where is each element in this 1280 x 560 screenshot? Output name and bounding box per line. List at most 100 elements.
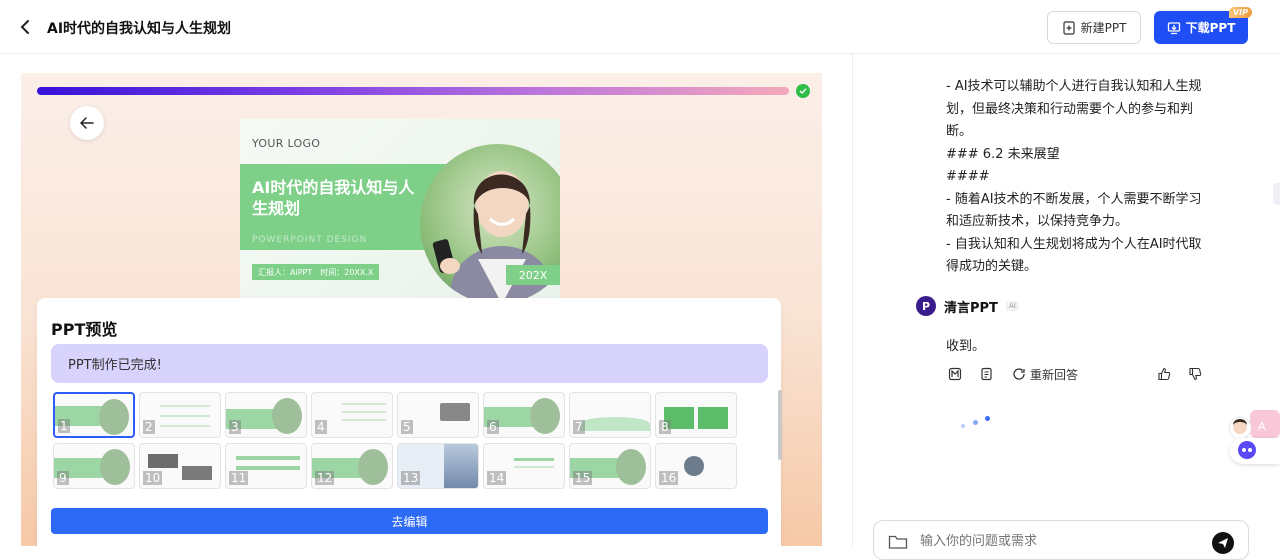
thumb-line	[236, 466, 300, 470]
refresh-icon	[1013, 368, 1025, 380]
slide-thumbnail[interactable]: 7	[569, 392, 651, 438]
folder-icon[interactable]	[888, 534, 908, 550]
ai-tag: AI	[1005, 301, 1019, 311]
regenerate-label: 重新回答	[1030, 367, 1079, 382]
markdown-icon	[948, 367, 962, 381]
bot-reply: 收到。	[946, 339, 986, 354]
thumbnail-scrollbar[interactable]	[778, 390, 782, 460]
bot-name: 清言PPT	[944, 300, 998, 316]
download-ppt-button[interactable]: 下载PPT VIP	[1154, 7, 1252, 44]
slide-year: 202X	[506, 265, 560, 285]
progress-bar	[37, 87, 789, 95]
loading-dot	[973, 420, 978, 425]
slide-number: 12	[315, 471, 335, 485]
assistant-float-widget[interactable]: A	[1228, 410, 1280, 440]
slide-thumbnail[interactable]: 6	[483, 392, 565, 438]
status-text: PPT制作已完成!	[68, 358, 162, 373]
robot-float-widget[interactable]	[1230, 438, 1280, 464]
bot-header: P 清言PPT AI	[916, 296, 1019, 316]
thumb-line	[514, 458, 554, 461]
slide-number: 14	[487, 471, 507, 485]
avatar-icon: A	[1228, 410, 1280, 440]
thumb-block	[698, 407, 728, 429]
slide-meta: 汇报人：AiPPT 时间：20XX.X	[252, 264, 380, 280]
thumb-laptop	[440, 403, 470, 421]
chat-input-box[interactable]	[873, 520, 1249, 560]
thumb-line	[160, 415, 210, 417]
new-ppt-label: 新建PPT	[1080, 21, 1127, 35]
chat-input[interactable]	[920, 534, 1200, 549]
slide-logo: YOUR LOGO	[252, 137, 321, 150]
slide-number: 11	[229, 471, 249, 485]
slide-thumbnail[interactable]: 12	[311, 443, 393, 489]
slide-thumbnail[interactable]: 15	[569, 443, 651, 489]
slide-number: 6	[487, 420, 499, 434]
slide-thumbnail[interactable]: 10	[139, 443, 221, 489]
message-actions: 重新回答	[946, 364, 1208, 384]
slide-thumbnail[interactable]: 5	[397, 392, 479, 438]
thumb-photo	[358, 449, 388, 485]
thumb-photo	[530, 398, 560, 434]
new-ppt-button[interactable]: 新建PPT	[1047, 11, 1141, 44]
slide-thumbnail[interactable]: 11	[225, 443, 307, 489]
slide-thumbnail[interactable]: 13	[397, 443, 479, 489]
thumb-line	[342, 419, 386, 421]
thumb-line	[342, 403, 386, 405]
chat-panel: - AI技术可以辅助个人进行自我认知和人生规划，但最终决策和行动需要个人的参与和…	[852, 54, 1280, 560]
top-bar: AI时代的自我认知与人生规划 新建PPT 下载PPT VIP	[0, 0, 1280, 54]
thumb-photo	[99, 399, 129, 435]
slide-thumbnail[interactable]: 8	[655, 392, 737, 438]
slide-thumbnail[interactable]: 2	[139, 392, 221, 438]
slide-thumbnail[interactable]: 4	[311, 392, 393, 438]
slide-number: 13	[401, 471, 421, 485]
thumbs-down-icon	[1189, 367, 1202, 381]
dislike-button[interactable]	[1188, 364, 1202, 384]
go-edit-button[interactable]: 去编辑	[51, 508, 768, 534]
regenerate-button[interactable]: 重新回答	[1012, 364, 1078, 384]
vip-badge: VIP	[1228, 7, 1252, 18]
markdown-button[interactable]	[948, 364, 962, 384]
thumb-photo	[616, 449, 646, 485]
thumb-photo	[100, 449, 130, 485]
slide-thumbnail[interactable]: 3	[225, 392, 307, 438]
generation-panel: YOUR LOGO AI时代的自我认知与人生规划 POWERPOINT DESI…	[21, 73, 822, 546]
download-ppt-label: 下载PPT	[1185, 21, 1236, 35]
like-button[interactable]	[1157, 364, 1171, 384]
slide-number: 1	[58, 419, 70, 433]
slide-thumbnail[interactable]: 14	[483, 443, 565, 489]
slide-number: 8	[659, 420, 671, 434]
slide-time: 时间：20XX.X	[320, 267, 374, 277]
slide-thumbnail[interactable]: 1	[53, 392, 135, 438]
loading-dot	[985, 416, 990, 421]
thumbs-up-icon	[1158, 367, 1171, 381]
chat-line: - 自我认知和人生规划将成为个人在AI时代取得成功的关键。	[946, 236, 1202, 275]
ppt-preview-card: PPT预览 PPT制作已完成! 1 2 3 4 5 6 7 8 9 10 11 …	[37, 298, 782, 546]
slide-number: 3	[229, 420, 241, 434]
send-icon	[1218, 538, 1228, 548]
slide-number: 4	[315, 420, 327, 434]
slide-reporter: 汇报人：AiPPT	[258, 267, 313, 277]
new-file-icon	[1062, 20, 1075, 35]
slide-title: AI时代的自我认知与人生规划	[252, 178, 415, 218]
send-button[interactable]	[1212, 532, 1234, 554]
thumb-line	[160, 425, 210, 427]
copy-button[interactable]	[980, 364, 994, 384]
side-edge-tab[interactable]	[1273, 183, 1280, 205]
check-circle-icon	[796, 84, 810, 98]
slide-subtitle: POWERPOINT DESIGN	[252, 235, 368, 245]
thumb-circle	[684, 456, 704, 476]
slide-number: 15	[573, 471, 593, 485]
slide-thumbnail[interactable]: 16	[655, 443, 737, 489]
thumb-line	[160, 405, 210, 407]
slide-back-button[interactable]	[70, 106, 104, 140]
chat-line: ####	[946, 169, 990, 184]
robot-icon	[1238, 441, 1256, 459]
slide-thumbnail[interactable]: 9	[53, 443, 135, 489]
thumb-shape	[580, 417, 650, 431]
thumb-photo	[272, 398, 302, 434]
document-title: AI时代的自我认知与人生规划	[47, 21, 232, 37]
slide-number: 2	[143, 420, 155, 434]
back-button[interactable]	[14, 16, 36, 38]
preview-title: PPT预览	[51, 320, 118, 339]
svg-text:A: A	[1258, 420, 1266, 433]
